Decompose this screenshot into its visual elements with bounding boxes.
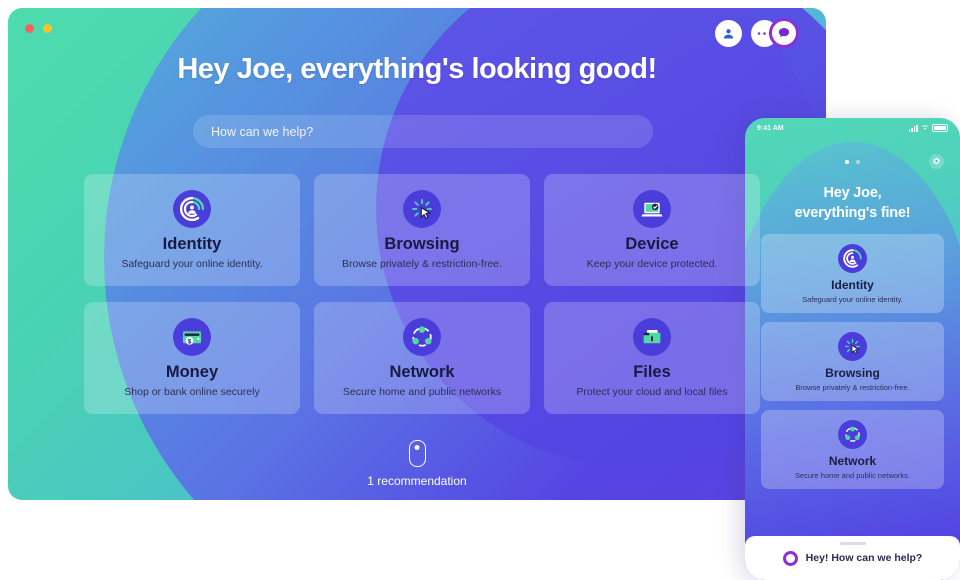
phone-card-subtitle: Safeguard your online identity. — [802, 295, 903, 304]
recommendation-area[interactable]: 1 recommendation — [8, 440, 826, 488]
browsing-icon — [403, 190, 441, 228]
assistant-ring-icon — [783, 551, 798, 566]
status-time: 9:41 AM — [757, 125, 784, 132]
search-placeholder: How can we help? — [193, 125, 313, 139]
card-title: Identity — [163, 235, 222, 253]
identity-icon — [838, 244, 867, 273]
page-dot-active[interactable] — [845, 160, 849, 164]
chat-icon[interactable] — [769, 18, 799, 48]
window-traffic-lights — [25, 24, 52, 33]
card-subtitle: Protect your cloud and local files — [576, 386, 727, 398]
files-icon — [633, 318, 671, 356]
screenshot-root: Hey Joe, everything's looking good! How … — [0, 0, 960, 580]
card-title: Device — [625, 235, 678, 253]
phone-status-bar: 9:41 AM — [745, 118, 960, 138]
battery-full-icon — [932, 124, 948, 133]
phone-assistant-bar[interactable]: Hey! How can we help? — [745, 536, 960, 580]
phone-card-browsing[interactable]: Browsing Browse privately & restriction-… — [761, 322, 944, 401]
close-window-button[interactable] — [25, 24, 34, 33]
network-icon — [403, 318, 441, 356]
minimize-window-button[interactable] — [43, 24, 52, 33]
protection-card-grid: Identity Safeguard your online identity. — [84, 174, 784, 414]
phone-card-title: Browsing — [825, 366, 880, 380]
card-device[interactable]: Device Keep your device protected. — [544, 174, 760, 286]
phone-card-title: Network — [829, 454, 876, 468]
window-top-actions — [715, 18, 799, 48]
card-title: Files — [633, 363, 671, 381]
identity-icon — [173, 190, 211, 228]
card-title: Money — [166, 363, 218, 381]
card-identity[interactable]: Identity Safeguard your online identity. — [84, 174, 300, 286]
card-subtitle: Secure home and public networks — [343, 386, 501, 398]
search-input[interactable]: How can we help? — [193, 115, 653, 148]
card-files[interactable]: Files Protect your cloud and local files — [544, 302, 760, 414]
money-icon: $ — [173, 318, 211, 356]
card-title: Browsing — [384, 235, 459, 253]
phone-card-title: Identity — [831, 278, 874, 292]
assistant-prompt-text: Hey! How can we help? — [806, 552, 923, 564]
desktop-app-window: Hey Joe, everything's looking good! How … — [8, 8, 826, 500]
status-indicators — [909, 124, 948, 133]
card-subtitle: Safeguard your online identity. — [121, 258, 262, 270]
recommendation-label: 1 recommendation — [8, 474, 826, 488]
card-subtitle: Shop or bank online securely — [124, 386, 259, 398]
phone-card-subtitle: Browse privately & restriction-free. — [795, 383, 909, 392]
browsing-icon — [838, 332, 867, 361]
gear-icon[interactable] — [929, 154, 944, 169]
device-icon — [633, 190, 671, 228]
card-network[interactable]: Network Secure home and public networks — [314, 302, 530, 414]
wifi-icon — [921, 124, 929, 133]
cellular-bars-icon — [909, 125, 918, 132]
card-subtitle: Keep your device protected. — [587, 258, 718, 270]
card-money[interactable]: $ Money Shop or bank online securely — [84, 302, 300, 414]
account-icon[interactable] — [715, 20, 742, 47]
card-title: Network — [389, 363, 454, 381]
phone-page-dots[interactable] — [745, 160, 960, 164]
page-dot-inactive[interactable] — [856, 160, 860, 164]
phone-card-identity[interactable]: Identity Safeguard your online identity. — [761, 234, 944, 313]
page-title: Hey Joe, everything's looking good! — [8, 53, 826, 86]
drag-handle[interactable] — [840, 542, 866, 545]
card-subtitle: Browse privately & restriction-free. — [342, 258, 502, 270]
network-icon — [838, 420, 867, 449]
card-browsing[interactable]: Browsing Browse privately & restriction-… — [314, 174, 530, 286]
toggle-capsule-icon — [409, 440, 426, 467]
svg-text:$: $ — [188, 339, 192, 346]
